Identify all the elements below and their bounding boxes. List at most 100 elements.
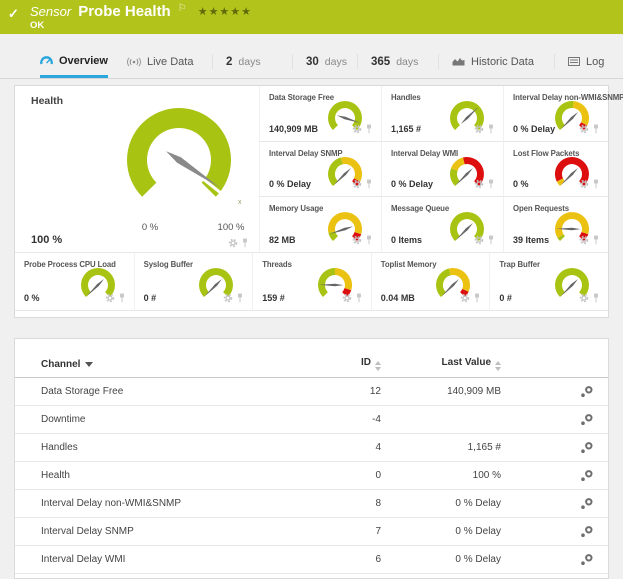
cell-id: 7 [301, 526, 381, 537]
table-row-interval-delay-non-wmi-snmp[interactable]: Interval Delay non-WMI&SNMP 8 0 % Delay [15, 490, 608, 518]
table-row-health[interactable]: Health 0 100 % [15, 462, 608, 490]
col-header-channel[interactable]: Channel [41, 359, 80, 370]
gear-icon[interactable] [352, 235, 362, 245]
table-row-handles[interactable]: Handles 4 1,165 # [15, 434, 608, 462]
tab-365-days[interactable]: 365days [371, 46, 418, 77]
tab-historic-data[interactable]: Historic Data [452, 46, 534, 77]
health-gauge-tile: Health 0 % 100 % 100 % x [15, 86, 259, 253]
health-title: Health [31, 95, 63, 107]
pin-icon[interactable] [355, 293, 363, 303]
gear-icon[interactable] [474, 235, 484, 245]
gauge-value: 0 # [499, 293, 512, 303]
cell-channel: Interval Delay non-WMI&SNMP [41, 498, 301, 509]
gauge-tile-interval-delay-snmp: Interval Delay SNMP 0 % Delay [259, 142, 381, 198]
gauge-scale-marker: x [238, 199, 242, 206]
gear-icon[interactable] [579, 235, 589, 245]
pin-icon[interactable] [487, 235, 495, 245]
pin-icon[interactable] [592, 179, 600, 189]
gear-icon[interactable] [474, 124, 484, 134]
gauge-value: 0 Items [391, 235, 422, 245]
pin-icon[interactable] [592, 124, 600, 134]
sensor-header: ✓ Sensor Probe Health ⚐ ★★★★★ OK [0, 0, 623, 34]
sort-desc-icon [85, 362, 93, 367]
gauge-tile-lost-flow-packets: Lost Flow Packets 0 % [503, 142, 608, 198]
cell-id: 4 [301, 442, 381, 453]
channel-settings-icon[interactable] [580, 441, 594, 454]
pin-icon[interactable] [592, 293, 600, 303]
gear-icon[interactable] [579, 124, 589, 134]
gear-icon[interactable] [223, 293, 233, 303]
pin-icon[interactable] [241, 238, 249, 248]
table-row-interval-delay-snmp[interactable]: Interval Delay SNMP 7 0 % Delay [15, 518, 608, 546]
pin-icon[interactable] [365, 179, 373, 189]
gear-icon[interactable] [460, 293, 470, 303]
gauge-value: 82 MB [269, 235, 296, 245]
cell-id: 6 [301, 554, 381, 565]
pin-icon[interactable] [365, 124, 373, 134]
cell-last-value: 1,165 # [381, 442, 501, 453]
table-row-downtime[interactable]: Downtime -4 [15, 406, 608, 434]
gear-icon[interactable] [228, 238, 238, 248]
pin-icon[interactable] [365, 235, 373, 245]
page-title: Probe Health [78, 3, 171, 20]
channel-settings-icon[interactable] [580, 469, 594, 482]
gear-icon[interactable] [579, 293, 589, 303]
pin-icon[interactable] [236, 293, 244, 303]
flag-icon[interactable]: ⚐ [178, 3, 187, 14]
table-row-interval-delay-wmi[interactable]: Interval Delay WMI 6 0 % Delay [15, 546, 608, 574]
bottom-gauges-row: Probe Process CPU Load 0 % Syslog Buffer… [15, 253, 608, 311]
overview-gauges-panel: Health 0 % 100 % 100 % x Data Storage Fr… [14, 85, 609, 318]
channels-table-panel: Channel ID Last Value Data Storage Free … [14, 338, 609, 579]
tab-30-days[interactable]: 30days [306, 46, 347, 77]
cell-channel: Health [41, 470, 301, 481]
col-header-id[interactable]: ID [361, 357, 371, 368]
channel-settings-icon[interactable] [580, 525, 594, 538]
gauge-value: 0 % [24, 293, 40, 303]
pin-icon[interactable] [487, 179, 495, 189]
pin-icon[interactable] [118, 293, 126, 303]
health-max-label: 100 % [209, 222, 253, 233]
gauge-title: Trap Buffer [499, 260, 540, 269]
gear-icon[interactable] [474, 179, 484, 189]
channel-settings-icon[interactable] [580, 497, 594, 510]
gear-icon[interactable] [352, 179, 362, 189]
channel-settings-icon[interactable] [580, 413, 594, 426]
col-header-last-value[interactable]: Last Value [442, 357, 491, 368]
cell-id: 8 [301, 498, 381, 509]
channel-settings-icon[interactable] [580, 553, 594, 566]
cell-last-value: 0 % Delay [381, 498, 501, 509]
gear-icon[interactable] [342, 293, 352, 303]
tab-live-data[interactable]: Live Data [127, 46, 193, 77]
gauge-tile-interval-delay-non-wmi-snmp: Interval Delay non-WMI&SNMP 0 % Delay [503, 86, 608, 142]
pin-icon[interactable] [592, 235, 600, 245]
tab-log[interactable]: Log [568, 46, 604, 77]
status-badge: OK [30, 20, 44, 31]
gauge-title: Threads [262, 260, 292, 269]
channel-settings-icon[interactable] [580, 385, 594, 398]
pin-icon[interactable] [473, 293, 481, 303]
cell-channel: Data Storage Free [41, 386, 301, 397]
tab-overview[interactable]: Overview [40, 46, 108, 78]
gear-icon[interactable] [105, 293, 115, 303]
pin-icon[interactable] [487, 124, 495, 134]
gauge-title: Toplist Memory [381, 260, 437, 269]
table-header-row: Channel ID Last Value [15, 351, 608, 378]
gauge-tile-toplist-memory: Toplist Memory 0.04 MB [371, 253, 490, 311]
table-row-lost-flow-packets[interactable]: Lost Flow Packets 10 0 % [15, 574, 608, 579]
priority-stars[interactable]: ★★★★★ [198, 5, 252, 18]
gauge-tile-interval-delay-wmi: Interval Delay WMI 0 % Delay [381, 142, 503, 198]
status-check-icon: ✓ [8, 6, 19, 22]
gauge-value: 0 % [513, 179, 529, 189]
gear-icon[interactable] [579, 179, 589, 189]
gauge-tile-threads: Threads 159 # [252, 253, 371, 311]
table-row-data-storage-free[interactable]: Data Storage Free 12 140,909 MB [15, 378, 608, 406]
gauge-title: Handles [391, 93, 421, 102]
tab-2-days[interactable]: 2days [226, 46, 261, 77]
gear-icon[interactable] [352, 124, 362, 134]
gauge-tile-memory-usage: Memory Usage 82 MB [259, 197, 381, 253]
gauge-value: 159 # [262, 293, 285, 303]
cell-id: 0 [301, 470, 381, 481]
cell-id: 12 [301, 386, 381, 397]
table-body: Data Storage Free 12 140,909 MB Downtime… [15, 378, 608, 579]
cell-last-value: 0 % Delay [381, 554, 501, 565]
